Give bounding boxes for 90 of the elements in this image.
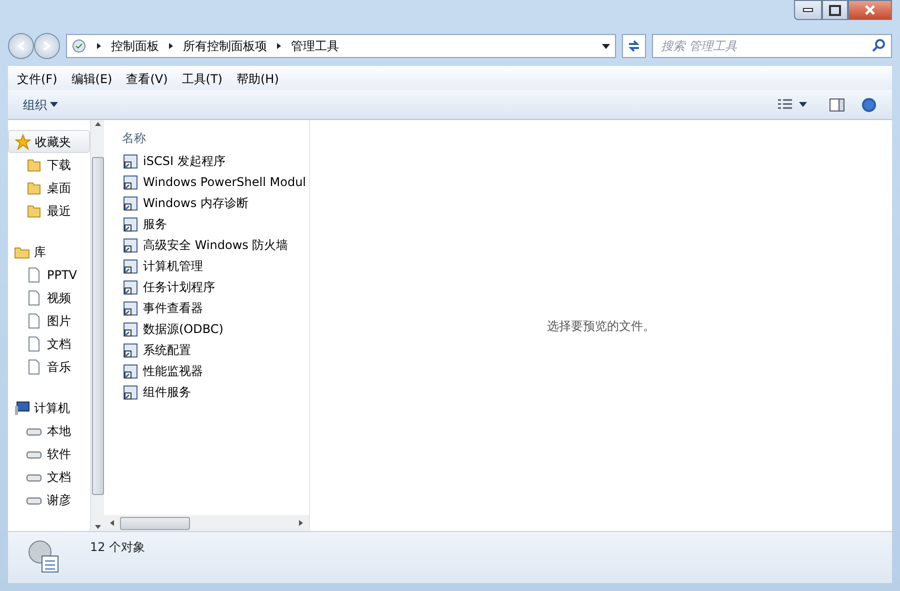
close-icon (865, 5, 875, 15)
minimize-button[interactable] (794, 0, 822, 20)
menu-item[interactable]: 工具(T) (176, 68, 228, 90)
shortcut-icon (123, 216, 139, 232)
refresh-icon (626, 38, 642, 54)
file-item[interactable]: 服务 (104, 213, 309, 234)
caret-icon (50, 101, 58, 108)
chevron-icon (275, 41, 283, 51)
object-count: 12 个对象 (90, 539, 146, 556)
shortcut-icon (123, 174, 139, 190)
chevron-icon (167, 41, 175, 51)
file-item[interactable]: 任务计划程序 (104, 276, 309, 297)
breadcrumb[interactable]: 所有控制面板项 (183, 37, 267, 55)
shortcut-icon (123, 320, 139, 336)
sidebar-item[interactable]: 视频 (8, 286, 77, 309)
sidebar-item[interactable]: 下载 (8, 153, 77, 176)
caret-icon (799, 101, 807, 108)
breadcrumb[interactable]: 控制面板 (111, 37, 159, 55)
file-item[interactable]: Windows 内存诊断 (104, 192, 309, 213)
sidebar-item[interactable]: 桌面 (8, 176, 77, 199)
file-item[interactable]: 高级安全 Windows 防火墙 (104, 234, 309, 255)
computer-icon (14, 400, 30, 416)
menu-item[interactable]: 帮助(H) (232, 68, 284, 90)
file-item[interactable]: 计算机管理 (104, 255, 309, 276)
organize-button[interactable]: 组织 (18, 94, 63, 116)
menu-item[interactable]: 编辑(E) (66, 68, 118, 90)
file-icon (26, 358, 42, 374)
sidebar-item[interactable]: 文档 (8, 465, 77, 488)
maximize-button[interactable] (822, 0, 848, 20)
scroll-thumb[interactable] (92, 156, 104, 494)
column-header[interactable]: 名称 (104, 120, 309, 150)
file-icon (26, 336, 42, 352)
dropdown-icon (601, 42, 611, 50)
shortcut-icon (123, 152, 139, 168)
maximize-icon (829, 4, 841, 16)
sidebar-item[interactable]: 谢彦 (8, 488, 77, 511)
sidebar-item[interactable]: 软件 (8, 442, 77, 465)
shortcut-icon (123, 278, 139, 294)
file-icon (26, 266, 42, 282)
folder-icon (26, 156, 42, 172)
sidebar-item[interactable]: 图片 (8, 309, 77, 332)
sidebar-item[interactable]: 文档 (8, 332, 77, 355)
pane-icon (829, 97, 845, 114)
down-arrow-icon (94, 523, 102, 531)
shortcut-icon (123, 236, 139, 252)
shortcut-icon (123, 300, 139, 316)
vertical-scrollbar[interactable] (90, 120, 104, 531)
file-item[interactable]: iSCSI 发起程序 (104, 150, 309, 171)
file-item[interactable]: 系统配置 (104, 339, 309, 360)
chevron-icon (95, 41, 103, 51)
search-icon (871, 38, 887, 54)
file-item[interactable]: Windows PowerShell Modul (104, 171, 309, 192)
star-icon (15, 134, 31, 150)
sidebar-item[interactable]: 本地 (8, 419, 77, 442)
back-button[interactable] (8, 33, 34, 59)
sidebar-header[interactable]: 库 (8, 240, 90, 263)
menu-item[interactable]: 查看(V) (121, 68, 173, 90)
refresh-button[interactable] (622, 34, 646, 58)
sidebar-item[interactable]: 最近 (8, 199, 77, 222)
sidebar-header[interactable]: 计算机 (8, 396, 90, 419)
folder-icon (26, 202, 42, 218)
right-arrow-icon (297, 519, 305, 527)
file-icon (26, 312, 42, 328)
shortcut-icon (123, 362, 139, 378)
address-bar[interactable]: 控制面板 所有控制面板项 管理工具 (66, 34, 616, 58)
file-item[interactable]: 性能监视器 (104, 360, 309, 381)
shortcut-icon (123, 342, 139, 358)
preview-message: 选择要预览的文件。 (547, 318, 655, 334)
shortcut-icon (123, 258, 139, 274)
minimize-icon (803, 8, 813, 12)
search-box[interactable]: 搜索 管理工具 (652, 34, 892, 58)
up-arrow-icon (94, 120, 102, 128)
menu-item[interactable]: 文件(F) (12, 68, 62, 90)
file-item[interactable]: 事件查看器 (104, 297, 309, 318)
sidebar-item[interactable]: PPTV (8, 263, 84, 286)
sidebar-item[interactable]: 音乐 (8, 355, 77, 378)
file-icon (26, 290, 42, 306)
scroll-thumb[interactable] (120, 516, 190, 530)
left-arrow-icon (108, 519, 116, 527)
breadcrumb[interactable]: 管理工具 (291, 37, 339, 55)
shortcut-icon (123, 384, 139, 400)
folder-icon (26, 180, 42, 196)
file-item[interactable]: 组件服务 (104, 381, 309, 402)
close-button[interactable] (848, 0, 892, 20)
file-item[interactable]: 数据源(ODBC) (104, 318, 309, 339)
forward-button[interactable] (34, 33, 60, 59)
shortcut-icon (123, 194, 139, 210)
horizontal-scrollbar[interactable] (104, 515, 309, 531)
sidebar-header[interactable]: 收藏夹 (8, 130, 90, 153)
control-panel-icon (71, 38, 87, 54)
